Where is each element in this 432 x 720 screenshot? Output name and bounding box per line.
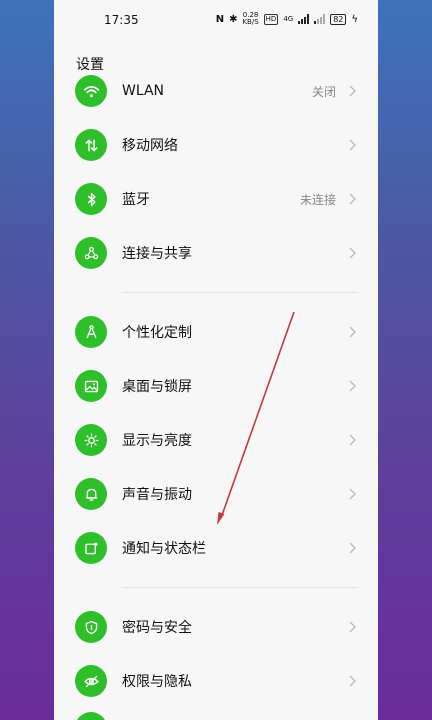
annotation-arrow — [217, 311, 295, 525]
